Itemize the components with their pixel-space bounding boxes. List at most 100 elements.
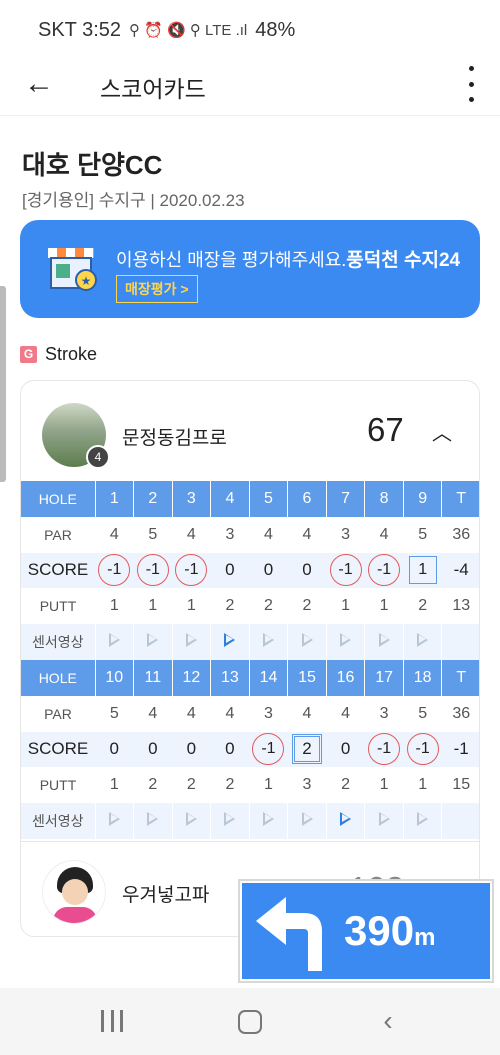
score-value: -1: [364, 552, 404, 589]
sensor-video-cell[interactable]: [403, 624, 443, 660]
score-value: -1: [364, 731, 404, 768]
sensor-video-cell[interactable]: [287, 624, 327, 660]
score-value: 1: [403, 552, 442, 589]
sensor-video-cell[interactable]: [364, 803, 404, 839]
score-value: 2: [287, 731, 327, 768]
score-total: -1: [441, 731, 479, 768]
birdie-marker: -1: [136, 554, 169, 587]
score-row: SCORE 0 0 0 0 -1 2 0 -1 -1 -1: [21, 731, 479, 768]
birdie-marker: -1: [406, 733, 439, 766]
sensor-video-cell[interactable]: [172, 803, 212, 839]
sensor-video-cell[interactable]: [326, 803, 366, 839]
store-icon: ★: [48, 248, 97, 291]
hole-number: 11: [133, 659, 173, 696]
hole-number: 16: [326, 659, 366, 696]
score-value: -1: [172, 552, 211, 589]
hole-number: 18: [403, 659, 443, 696]
sensor-video-cell[interactable]: [172, 624, 212, 660]
hole-number: 17: [364, 659, 404, 696]
par-value: 4: [287, 695, 327, 732]
birdie-marker: -1: [329, 554, 362, 587]
birdie-marker: -1: [175, 554, 208, 587]
score-value: 0: [249, 552, 288, 589]
par-row: PAR 4 5 4 3 4 4 3 4 5 36: [21, 516, 479, 553]
edge-panel-handle[interactable]: [0, 286, 6, 482]
play-icon[interactable]: [185, 811, 197, 826]
play-icon[interactable]: [147, 811, 159, 826]
store-rating-banner[interactable]: ★ 이용하신 매장을 평가해주세요.풍덕천 수지24 매장평가 >: [20, 220, 480, 318]
play-icon[interactable]: [262, 811, 274, 826]
play-icon[interactable]: [147, 632, 159, 647]
play-icon[interactable]: [262, 632, 274, 647]
course-meta: [경기용인] 수지구 | 2020.02.23: [22, 191, 245, 210]
putt-value: 2: [172, 767, 211, 804]
putt-label: PUTT: [21, 588, 95, 625]
system-navigation-bar: ‹: [0, 988, 500, 1055]
par-value: 3: [326, 516, 365, 553]
recents-icon[interactable]: [96, 1006, 128, 1038]
sensor-video-cell[interactable]: [210, 803, 250, 839]
putt-value: 1: [326, 588, 365, 625]
play-icon[interactable]: [301, 811, 313, 826]
sensor-video-cell[interactable]: [287, 803, 327, 839]
par-value: 4: [210, 695, 250, 732]
play-icon[interactable]: [378, 811, 390, 826]
sensor-video-cell[interactable]: [249, 803, 289, 839]
navigation-overlay: 390m: [238, 879, 494, 983]
carrier-time: SKT 3:52: [38, 18, 122, 41]
player-total-score: 67: [367, 411, 404, 448]
back-arrow-icon[interactable]: ←: [24, 68, 56, 100]
play-icon[interactable]: [224, 632, 236, 647]
par-marker: 0: [148, 739, 158, 759]
sensor-video-cell[interactable]: [210, 624, 250, 660]
hole-row: HOLE 1 2 3 4 5 6 7 8 9 T: [21, 481, 479, 517]
play-icon[interactable]: [340, 632, 352, 647]
score-row: SCORE -1 -1 -1 0 0 0 -1 -1 1 -4: [21, 552, 479, 589]
putt-value: 1: [364, 588, 404, 625]
back-icon[interactable]: ‹: [372, 1006, 404, 1038]
bogey-marker: 1: [408, 556, 437, 585]
play-icon[interactable]: [340, 811, 352, 826]
play-icon[interactable]: [108, 811, 120, 826]
par-value: 4: [95, 516, 134, 553]
app-bar: ← 스코어카드: [0, 60, 500, 116]
play-icon[interactable]: [224, 811, 236, 826]
par-label: PAR: [21, 516, 95, 553]
status-bar: SKT 3:52 ⚲ ⏰ 🔇 ⚲ LTE .ıl 48%: [0, 0, 500, 60]
putt-value: 2: [326, 767, 365, 804]
sensor-video-cell[interactable]: [95, 624, 135, 660]
par-value: 5: [403, 695, 442, 732]
home-icon[interactable]: [234, 1006, 266, 1038]
sensor-video-cell[interactable]: [326, 624, 366, 660]
birdie-marker: -1: [368, 733, 401, 766]
sensor-video-cell[interactable]: [95, 803, 135, 839]
player-name: 문정동김프로: [122, 428, 227, 449]
banner-message: 이용하신 매장을 평가해주세요.풍덕천 수지24: [116, 250, 461, 271]
play-icon[interactable]: [417, 632, 429, 647]
collapse-chevron-icon[interactable]: ︿: [429, 417, 455, 445]
player-header[interactable]: 4 문정동김프로 67 ︿: [21, 381, 479, 481]
total-label: T: [441, 481, 479, 517]
sensor-video-cell[interactable]: [133, 624, 173, 660]
store-name: 풍덕천 수지24: [346, 250, 461, 271]
play-icon[interactable]: [301, 632, 313, 647]
play-icon[interactable]: [378, 632, 390, 647]
sensor-video-empty: [441, 803, 479, 839]
score-value: 0: [172, 731, 211, 768]
more-options-icon[interactable]: [466, 66, 476, 102]
rate-store-button[interactable]: 매장평가 >: [116, 275, 198, 303]
score-value: 0: [133, 731, 173, 768]
par-label: PAR: [21, 695, 95, 732]
sensor-video-cell[interactable]: [364, 624, 404, 660]
svg-text:★: ★: [81, 274, 92, 288]
sensor-video-cell[interactable]: [403, 803, 443, 839]
play-icon[interactable]: [185, 632, 197, 647]
sensor-video-cell[interactable]: [133, 803, 173, 839]
play-icon[interactable]: [108, 632, 120, 647]
par-value: 3: [249, 695, 288, 732]
play-icon[interactable]: [417, 811, 429, 826]
par-value: 4: [249, 516, 288, 553]
sensor-video-cell[interactable]: [249, 624, 289, 660]
putt-value: 2: [133, 767, 173, 804]
score-value: 0: [326, 731, 365, 768]
